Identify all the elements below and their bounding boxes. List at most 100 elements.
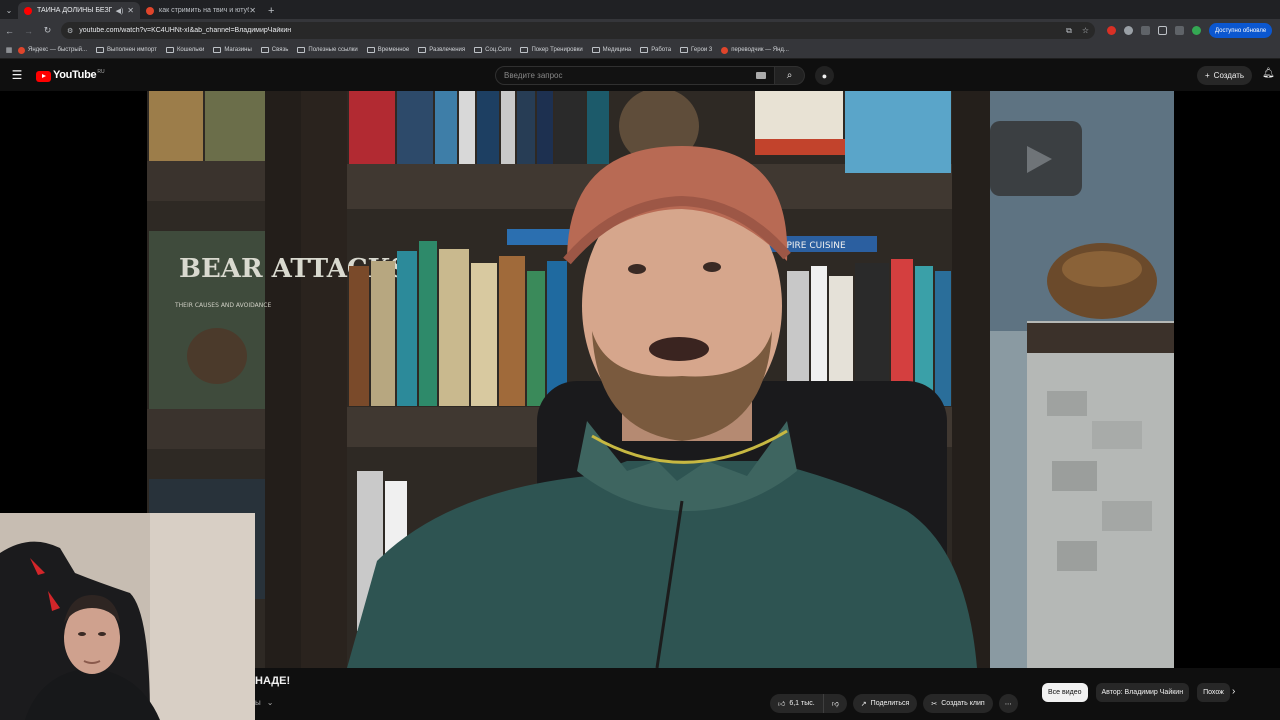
share-icon: ↗	[860, 700, 867, 708]
bookmark-folder[interactable]: Кошельки	[165, 47, 205, 53]
create-label: Создать	[1213, 71, 1245, 80]
youtube-favicon-icon	[24, 6, 32, 15]
book-subtitle-text: THEIR CAUSES AND AVOIDANCE	[174, 302, 271, 309]
bookmark-label: Связь	[271, 47, 289, 53]
forward-icon[interactable]: →	[19, 26, 38, 36]
bookmark-folder[interactable]: Покер Тренировки	[520, 47, 583, 53]
close-tab-icon[interactable]: ✕	[127, 6, 134, 15]
share-label: Поделиться	[870, 700, 910, 707]
bookmark-folder[interactable]: Соц.Сети	[474, 47, 511, 53]
chevron-down-icon[interactable]: ⌄	[267, 698, 274, 707]
bookmark-folder[interactable]: Работа	[640, 47, 671, 53]
media-controls-icon[interactable]	[1175, 26, 1184, 35]
webcam-overlay	[0, 513, 255, 720]
bookmark-label: Медицина	[602, 47, 632, 53]
reload-icon[interactable]: ↻	[38, 25, 57, 36]
clip-button[interactable]: ✂ Создать клип	[923, 694, 993, 713]
bookmark-label: Работа	[651, 47, 672, 53]
bookmark-label: Временное	[377, 47, 410, 53]
new-tab-button[interactable]: +	[262, 2, 280, 19]
scissors-icon: ✂	[931, 700, 938, 708]
bookmark-star-icon[interactable]: ☆	[1082, 26, 1089, 35]
video-frame[interactable]: BEAR ATTACKS THEIR CAUSES AND AVOIDANCE	[147, 91, 1174, 668]
folder-icon	[640, 47, 649, 53]
webcam-scene	[0, 513, 255, 720]
bookmark-label: Покер Тренировки	[531, 47, 583, 53]
dislike-button[interactable]: 👎︎	[822, 694, 847, 713]
bookmark-folder[interactable]: Временное	[366, 47, 410, 53]
like-count: 6,1 тыс.	[789, 700, 815, 707]
chip-all-videos[interactable]: Все видео	[1042, 683, 1088, 702]
plus-icon: +	[1205, 71, 1210, 80]
notifications-icon[interactable]: 🔔︎	[1262, 68, 1275, 79]
youtube-header: ☰ YouTube RU Введите запрос ⌕ ● + Создат…	[0, 59, 1280, 91]
video-actions: 👍︎ 6,1 тыс. 👎︎ ↗ Поделиться ✂ Создать кл…	[770, 694, 1018, 713]
video-title: НАДЕ!	[255, 675, 291, 687]
keyboard-icon[interactable]	[756, 72, 766, 79]
install-app-icon[interactable]: ⧉	[1066, 26, 1072, 36]
share-button[interactable]: ↗ Поделиться	[852, 694, 918, 713]
bookmark-folder[interactable]: Медицина	[591, 47, 632, 53]
bookmark-folder[interactable]: Герои 3	[680, 47, 712, 53]
logo-text: YouTube	[53, 68, 97, 81]
bookmark-label: Кошельки	[176, 47, 205, 53]
search-input[interactable]: Введите запрос	[495, 66, 775, 85]
url-text[interactable]: youtube.com/watch?v=KC4UHNt-xI&ab_channe…	[79, 27, 1056, 34]
back-icon[interactable]: ←	[0, 26, 19, 36]
extensions-area	[1107, 26, 1201, 35]
site-info-icon[interactable]: ⚙	[67, 27, 73, 35]
tab-search-icon[interactable]: ⌄	[0, 1, 18, 19]
more-actions-button[interactable]: ⋯	[998, 694, 1018, 713]
video-scene: BEAR ATTACKS THEIR CAUSES AND AVOIDANCE	[147, 91, 1174, 668]
folder-icon	[474, 47, 483, 53]
extension-shield-icon[interactable]	[1141, 26, 1150, 35]
chip-similar[interactable]: Похож	[1197, 683, 1230, 702]
tab-inactive[interactable]: как стримить на твич и ютуб ✕	[140, 2, 262, 19]
address-bar[interactable]: ⚙ youtube.com/watch?v=KC4UHNt-xI&ab_chan…	[61, 22, 1095, 39]
chevron-right-icon[interactable]: ›	[1232, 686, 1235, 697]
bookmark-folder[interactable]: Выполнен импорт	[96, 47, 157, 53]
bookmark-label: Выполнен импорт	[107, 47, 157, 53]
like-button[interactable]: 👍︎ 6,1 тыс.	[770, 694, 823, 713]
folder-icon	[591, 47, 600, 53]
more-dots-icon: ⋯	[1004, 700, 1012, 708]
bookmark-item[interactable]: Яндекс — быстрый...	[18, 46, 88, 54]
tab-active[interactable]: ТАЙНА ДОЛИНЫ БЕЗГОЛ ◀) ✕	[18, 2, 140, 19]
voice-search-button[interactable]: ●	[815, 66, 834, 85]
close-tab-icon[interactable]: ✕	[249, 6, 256, 15]
channel-subscribe-area[interactable]: ы ⌄	[255, 698, 273, 707]
chip-author[interactable]: Автор: Владимир Чайкин	[1095, 683, 1190, 702]
folder-icon	[96, 47, 105, 53]
folder-icon	[418, 47, 427, 53]
yandex-icon	[18, 46, 25, 54]
search-icon: ⌕	[786, 70, 793, 81]
bookmark-label: Яндекс — быстрый...	[28, 47, 88, 53]
youtube-logo[interactable]: YouTube RU	[36, 69, 105, 82]
bookmark-folder[interactable]: Магазины	[213, 47, 252, 53]
profile-avatar[interactable]	[1192, 26, 1201, 35]
microphone-icon: ●	[821, 70, 828, 81]
extension-red-icon[interactable]	[1107, 26, 1116, 35]
site-favicon-icon	[146, 6, 154, 15]
extension-grey-icon[interactable]	[1124, 26, 1133, 35]
folder-icon	[680, 47, 689, 53]
tab-strip: ⌄ ТАЙНА ДОЛИНЫ БЕЗГОЛ ◀) ✕ как стримить …	[0, 0, 1280, 19]
apps-grid-icon[interactable]: ▦	[0, 46, 18, 54]
subscribe-label: ы	[255, 698, 261, 707]
search-button[interactable]: ⌕	[775, 66, 805, 85]
bookmark-folder[interactable]: Полезные ссылки	[297, 47, 358, 53]
menu-icon[interactable]: ☰	[0, 68, 34, 82]
bookmark-folder[interactable]: Связь	[260, 47, 289, 53]
bookmark-folder[interactable]: Развлечения	[418, 47, 465, 53]
tab-title: как стримить на твич и ютуб	[159, 7, 250, 14]
folder-icon	[165, 47, 174, 53]
speaker-icon[interactable]: ◀)	[116, 7, 124, 15]
bookmark-item[interactable]: переводчик — Янд...	[721, 46, 789, 54]
update-button[interactable]: Доступно обновле	[1209, 23, 1273, 38]
yandex-icon	[721, 46, 729, 54]
tab-title: ТАЙНА ДОЛИНЫ БЕЗГОЛ	[37, 7, 112, 14]
clip-label: Создать клип	[941, 700, 985, 707]
bookmark-label: переводчик — Янд...	[731, 47, 789, 53]
extensions-puzzle-icon[interactable]	[1158, 26, 1167, 35]
create-button[interactable]: + Создать	[1197, 66, 1253, 85]
